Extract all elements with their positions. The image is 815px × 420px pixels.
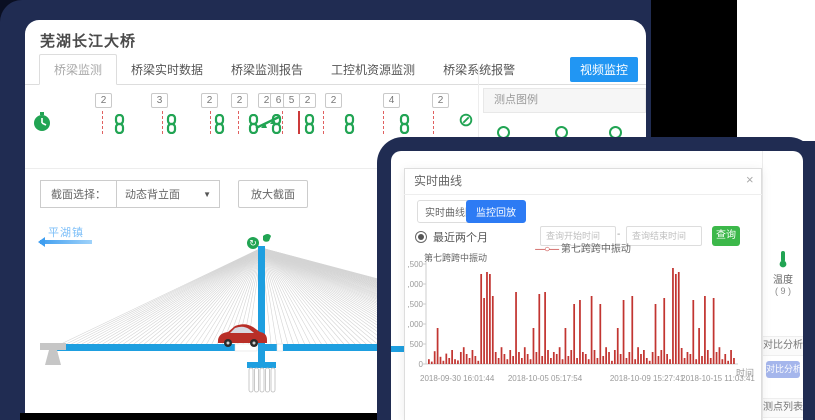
pile-cap: [247, 362, 276, 368]
alarm-point-list-header: 报警测点列表: [763, 398, 803, 418]
deck-sliver: [391, 346, 404, 352]
section-select-row: 截面选择： 动态背立面 ▼ 放大截面: [40, 180, 308, 208]
section-select-dropdown[interactable]: 动态背立面 ▼: [117, 180, 220, 208]
svg-text:2,000: 2,000: [408, 280, 424, 289]
modal-title: 实时曲线: [404, 168, 762, 195]
white-screen-region: [737, 0, 815, 141]
vibration-chart: 2,5002,0001,5001,0005000: [408, 258, 760, 374]
temperature-label: 温度: [766, 271, 800, 286]
temperature-legend-item[interactable]: 温度 ( 9 ): [766, 250, 800, 296]
black-crop-strip: [20, 413, 377, 420]
bridge-deck-mid: [263, 344, 277, 351]
section-select-label: 截面选择：: [40, 180, 117, 208]
temperature-count: ( 9 ): [766, 286, 800, 296]
tab-桥梁监测报告[interactable]: 桥梁监测报告: [217, 55, 317, 84]
bridge-tower: [258, 246, 265, 364]
chevron-down-icon: ▼: [203, 190, 211, 199]
anemometer-icon: [263, 234, 271, 242]
legend-marker-icon: —○—: [535, 244, 558, 255]
bridge-deck-left: [57, 344, 235, 351]
range-dash: -: [617, 229, 620, 240]
svg-text:1,500: 1,500: [408, 300, 424, 309]
x-axis-name: 时间: [736, 366, 754, 379]
video-monitor-button[interactable]: 视频监控: [570, 57, 638, 82]
section-select-value: 动态背立面: [125, 186, 180, 202]
svg-text:1,000: 1,000: [408, 320, 424, 329]
measure-point-legend-header: 测点图例: [483, 88, 646, 113]
tab-monitor-playback[interactable]: 监控回放: [466, 200, 526, 223]
tab-桥梁系统报警[interactable]: 桥梁系统报警: [429, 55, 529, 84]
compare-analysis-button[interactable]: 对比分析: [766, 361, 800, 378]
tab-桥梁监测[interactable]: 桥梁监测: [39, 54, 117, 85]
main-tab-bar: 桥梁监测桥梁实时数据桥梁监测报告工控机资源监测桥梁系统报警: [25, 58, 646, 85]
legend-label: 第七跨跨中振动: [561, 244, 631, 255]
svg-text:500: 500: [410, 340, 424, 349]
tab-工控机资源监测[interactable]: 工控机资源监测: [317, 55, 429, 84]
page-title: 芜湖长江大桥: [40, 30, 136, 51]
tab-桥梁实时数据[interactable]: 桥梁实时数据: [117, 55, 217, 84]
black-screen-region: [651, 0, 737, 141]
bridge-pier: [40, 343, 66, 365]
pile-group: [249, 368, 275, 392]
compare-analysis-header: 对比分析: [763, 336, 803, 356]
screenshot-stage: { "back_window": { "title": "芜湖长江大桥", "t…: [0, 0, 815, 420]
right-panel-divider: [762, 151, 763, 420]
deck-gap: [277, 344, 283, 351]
zoom-section-button[interactable]: 放大截面: [238, 180, 308, 208]
close-icon[interactable]: ×: [746, 173, 754, 187]
thermometer-icon: [777, 250, 789, 268]
rotate-icon: ↻: [249, 238, 257, 248]
svg-text:2,500: 2,500: [408, 260, 424, 269]
